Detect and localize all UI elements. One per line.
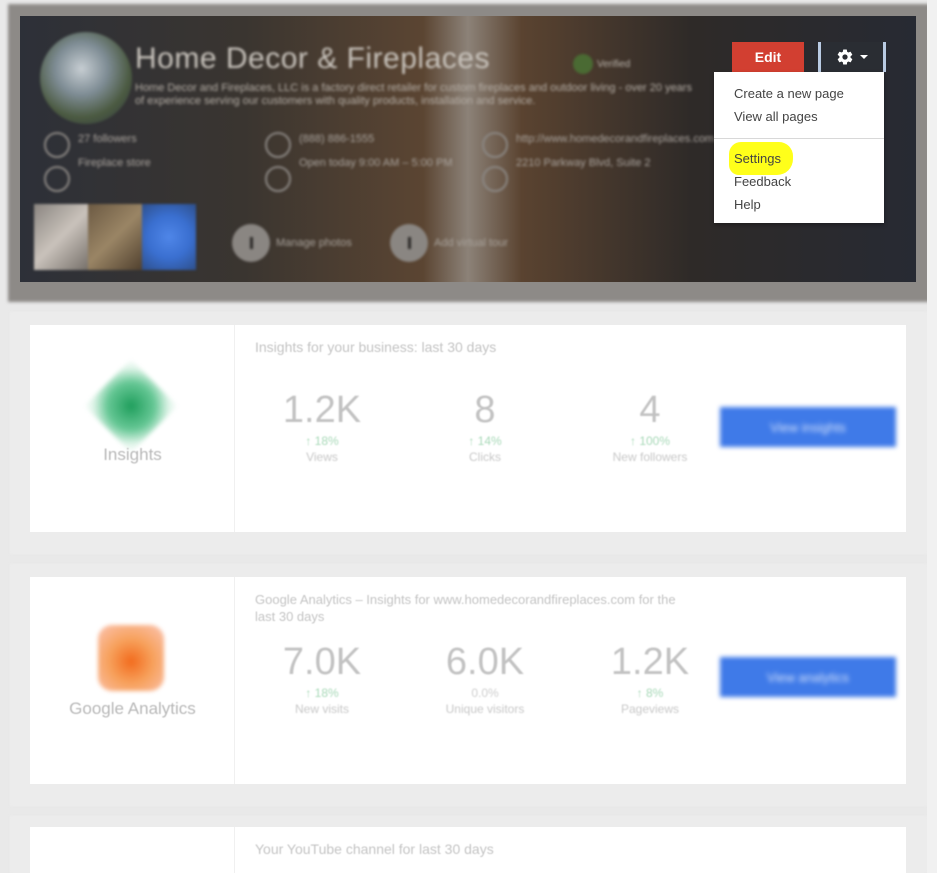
manage-photos-link[interactable]: Manage photos — [232, 224, 352, 262]
info-column-website: http://www.homedecorandfireplaces.com 22… — [482, 132, 714, 192]
photo-thumbnail[interactable] — [34, 204, 88, 270]
menu-item-create-page[interactable]: Create a new page — [714, 82, 884, 105]
settings-highlight: Settings — [729, 142, 793, 175]
virtual-tour-icon — [390, 224, 428, 262]
card-brand-label: Google Analytics — [69, 699, 196, 718]
menu-item-settings[interactable]: Settings — [714, 142, 884, 175]
stat-new-followers: 4 ↑ 100% New followers — [612, 389, 688, 464]
stat-pageviews: 1.2K ↑ 8% Pageviews — [610, 641, 690, 716]
card-brand: Insights — [30, 325, 235, 532]
card-subtitle: Insights for your business: last 30 days — [255, 339, 497, 355]
view-insights-button[interactable]: View insights — [720, 407, 896, 447]
business-name: Home Decor & Fireplaces — [135, 42, 490, 75]
stat-new-visits: 7.0K ↑ 18% New visits — [282, 641, 362, 716]
settings-menu-button[interactable] — [818, 42, 886, 72]
menu-divider — [714, 138, 884, 139]
card-brand — [30, 827, 235, 873]
photo-thumbnail[interactable] — [88, 204, 142, 270]
location-icon — [482, 166, 508, 192]
view-analytics-button[interactable]: View analytics — [720, 657, 896, 697]
photo-thumbnail[interactable] — [142, 204, 196, 270]
clock-icon — [265, 166, 291, 192]
business-avatar[interactable] — [40, 32, 132, 124]
photo-strip — [34, 204, 196, 270]
add-virtual-tour-link[interactable]: Add virtual tour — [390, 224, 508, 262]
phone-icon — [265, 132, 291, 158]
settings-dropdown-menu: Create a new page View all pages Setting… — [714, 72, 884, 223]
menu-item-help[interactable]: Help — [714, 193, 884, 216]
info-column-phone: (888) 886-1555 Open today 9:00 AM – 5:00… — [265, 132, 452, 192]
stat-views: 1.2K ↑ 18% Views — [282, 389, 362, 464]
verified-icon — [573, 54, 593, 74]
card-brand: Google Analytics — [30, 577, 235, 784]
insights-card: Insights Insights for your business: las… — [30, 325, 906, 532]
google-analytics-logo-icon — [98, 625, 164, 691]
store-icon — [44, 166, 70, 192]
card-subtitle: Google Analytics – Insights for www.home… — [255, 592, 676, 624]
youtube-card: Your YouTube channel for last 30 days — [30, 827, 906, 873]
edit-button[interactable]: Edit — [732, 42, 804, 72]
camera-icon — [232, 224, 270, 262]
card-subtitle: Your YouTube channel for last 30 days — [255, 841, 494, 857]
stat-clicks: 8 ↑ 14% Clicks — [468, 389, 502, 464]
menu-item-view-all-pages[interactable]: View all pages — [714, 105, 884, 128]
gear-icon — [837, 49, 853, 65]
info-column-followers: 27 followers Fireplace store — [44, 132, 151, 192]
chevron-down-icon — [860, 55, 868, 59]
globe-icon — [482, 132, 508, 158]
insights-logo-icon — [84, 359, 178, 453]
stat-unique-visitors: 6.0K 0.0% Unique visitors — [445, 641, 525, 716]
page-scrollbar[interactable] — [927, 0, 937, 873]
card-brand-label: Insights — [103, 445, 162, 464]
analytics-card: Google Analytics Google Analytics – Insi… — [30, 577, 906, 784]
verified-badge: Verified — [573, 54, 630, 74]
followers-icon — [44, 132, 70, 158]
